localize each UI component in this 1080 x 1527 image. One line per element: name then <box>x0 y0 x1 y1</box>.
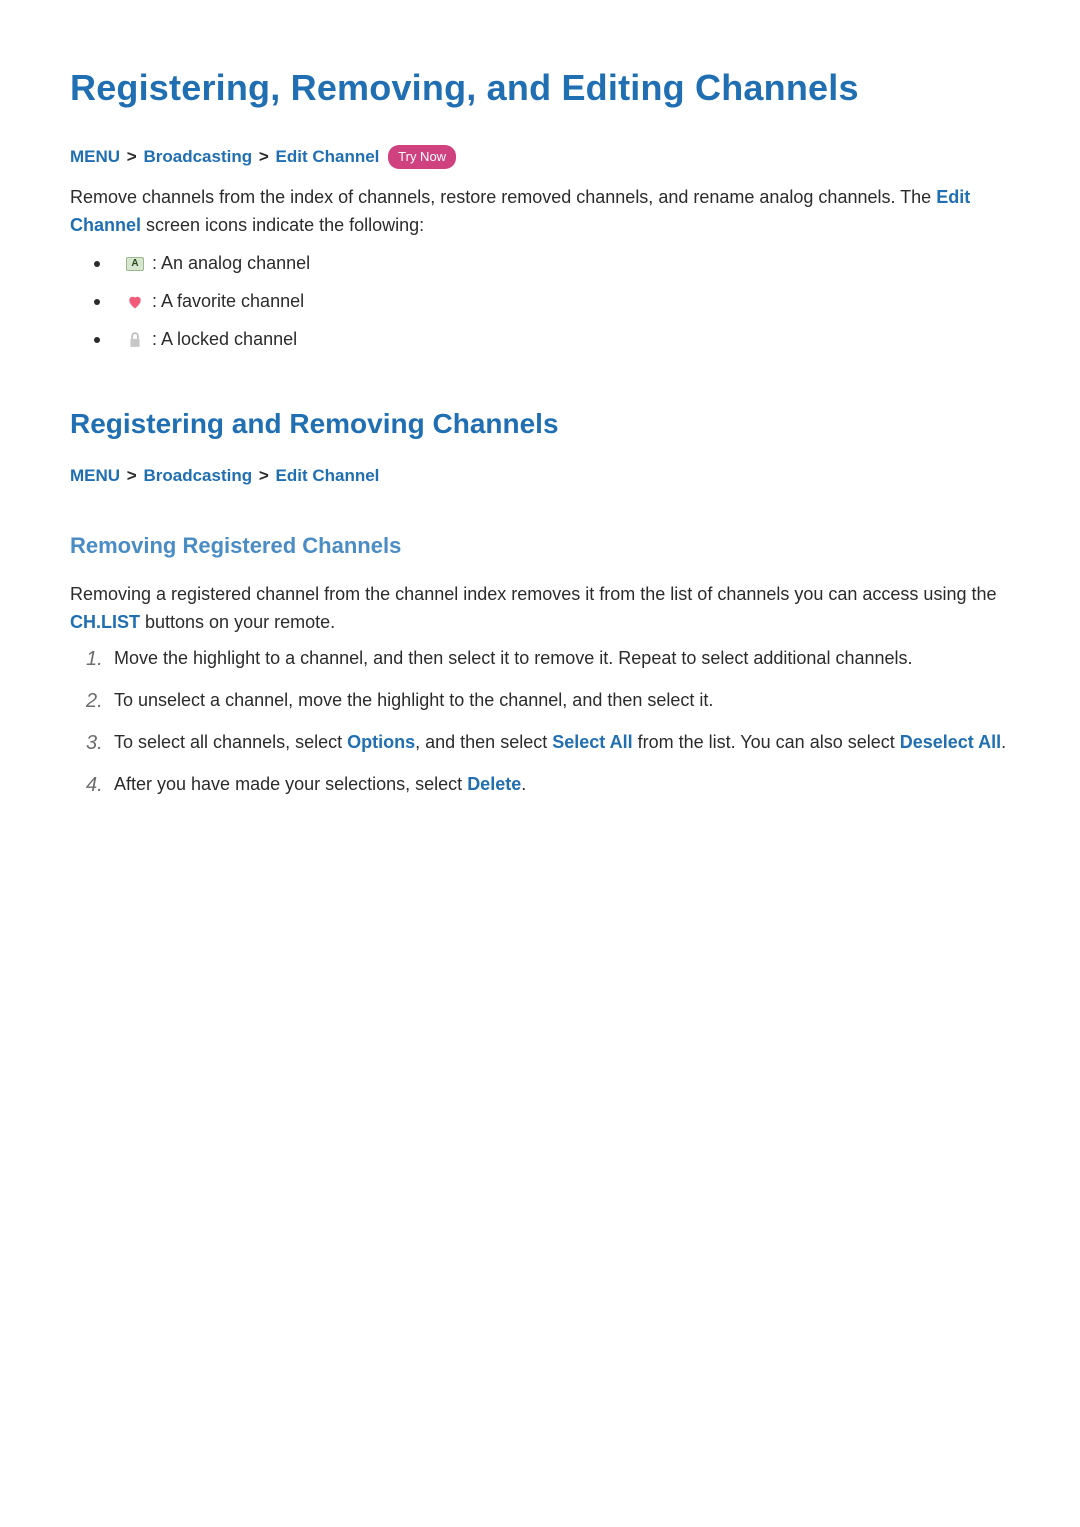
keyword-select-all: Select All <box>552 732 632 752</box>
removing-paragraph: Removing a registered channel from the c… <box>70 581 1010 637</box>
breadcrumb-item-edit-channel: Edit Channel <box>276 147 380 166</box>
legend-text-favorite: : A favorite channel <box>152 288 304 316</box>
breadcrumb-sep: > <box>259 466 269 485</box>
legend-item-locked: : A locked channel <box>94 326 1010 354</box>
step-text: Move the highlight to a channel, and the… <box>114 645 1010 673</box>
breadcrumb-sep: > <box>259 147 269 166</box>
breadcrumb-item-broadcasting: Broadcasting <box>143 147 252 166</box>
removing-text-a: Removing a registered channel from the c… <box>70 584 997 604</box>
breadcrumb-item-menu: MENU <box>70 147 120 166</box>
section-heading-register-remove: Registering and Removing Channels <box>70 402 1010 445</box>
legend-text-analog: : An analog channel <box>152 250 310 278</box>
analog-icon: A <box>124 255 146 273</box>
keyword-options: Options <box>347 732 415 752</box>
step3-tail: . <box>1001 732 1006 752</box>
step-text: After you have made your selections, sel… <box>114 771 1010 799</box>
legend-item-favorite: : A favorite channel <box>94 288 1010 316</box>
legend-text-locked: : A locked channel <box>152 326 297 354</box>
step4-tail: . <box>521 774 526 794</box>
keyword-delete: Delete <box>467 774 521 794</box>
step-text: To select all channels, select Options, … <box>114 729 1010 757</box>
step3-mid2: from the list. You can also select <box>633 732 900 752</box>
step-text: To unselect a channel, move the highligh… <box>114 687 1010 715</box>
steps-list: 1. Move the highlight to a channel, and … <box>86 645 1010 799</box>
step3-mid1: , and then select <box>415 732 552 752</box>
breadcrumb-sep: > <box>127 466 137 485</box>
bullet-icon <box>94 261 100 267</box>
step-number: 3. <box>86 729 114 757</box>
bullet-icon <box>94 337 100 343</box>
intro-text-tail: screen icons indicate the following: <box>141 215 424 235</box>
step-number: 2. <box>86 687 114 715</box>
intro-text: Remove channels from the index of channe… <box>70 187 936 207</box>
subheading-removing-registered: Removing Registered Channels <box>70 529 1010 563</box>
breadcrumb-2: MENU > Broadcasting > Edit Channel <box>70 463 1010 489</box>
breadcrumb-item-edit-channel: Edit Channel <box>276 466 380 485</box>
step3-pre: To select all channels, select <box>114 732 347 752</box>
page-title: Registering, Removing, and Editing Chann… <box>70 60 1010 116</box>
keyword-deselect-all: Deselect All <box>900 732 1001 752</box>
intro-paragraph: Remove channels from the index of channe… <box>70 184 1010 240</box>
step-number: 4. <box>86 771 114 799</box>
step-number: 1. <box>86 645 114 673</box>
legend-item-analog: A : An analog channel <box>94 250 1010 278</box>
breadcrumb-sep: > <box>127 147 137 166</box>
step4-pre: After you have made your selections, sel… <box>114 774 467 794</box>
breadcrumb-item-menu: MENU <box>70 466 120 485</box>
chlist-strong: CH.LIST <box>70 612 140 632</box>
step-3: 3. To select all channels, select Option… <box>86 729 1010 757</box>
step-1: 1. Move the highlight to a channel, and … <box>86 645 1010 673</box>
icon-legend-list: A : An analog channel : A favorite chann… <box>94 250 1010 354</box>
analog-icon-glyph: A <box>126 257 144 271</box>
step-4: 4. After you have made your selections, … <box>86 771 1010 799</box>
step-2: 2. To unselect a channel, move the highl… <box>86 687 1010 715</box>
breadcrumb-1: MENU > Broadcasting > Edit Channel Try N… <box>70 144 1010 170</box>
heart-icon <box>124 293 146 311</box>
try-now-badge[interactable]: Try Now <box>388 145 456 169</box>
removing-text-b: buttons on your remote. <box>140 612 335 632</box>
lock-icon <box>124 331 146 349</box>
breadcrumb-item-broadcasting: Broadcasting <box>143 466 252 485</box>
bullet-icon <box>94 299 100 305</box>
